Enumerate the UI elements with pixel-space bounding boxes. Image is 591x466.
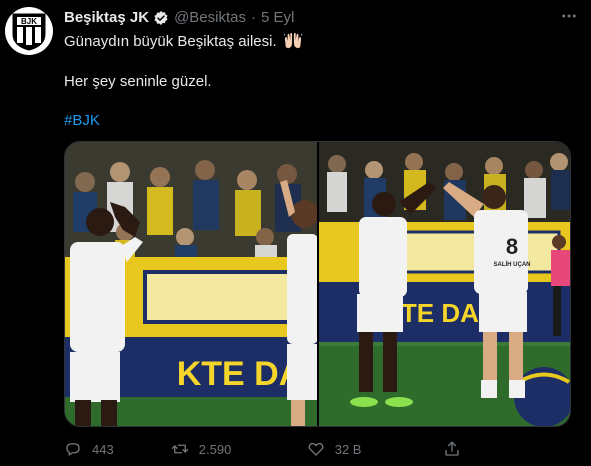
reply-icon <box>66 443 80 456</box>
media-grid[interactable]: KTE DA LİKTE DA 8 SALİH UÇAN <box>64 141 571 427</box>
avatar-text: BJK <box>21 17 37 26</box>
photo-right[interactable]: LİKTE DA 8 SALİH UÇAN <box>318 142 570 426</box>
avatar[interactable]: BJK 1903 <box>5 7 53 55</box>
hashtag-link[interactable]: #BJK <box>64 112 100 129</box>
tweet-header: Beşiktaş JK @Besiktas · 5 Eyl <box>64 9 294 26</box>
left-banner-text: KTE DA <box>177 355 304 393</box>
share-button[interactable] <box>443 440 564 458</box>
tweet-text-line2: Her şey seninle güzel. <box>64 73 212 90</box>
heart-icon <box>308 442 324 456</box>
author-name[interactable]: Beşiktaş JK <box>64 9 149 26</box>
reply-button[interactable]: 443 <box>64 440 171 458</box>
bjk-logo-icon: BJK 1903 <box>12 13 46 51</box>
author-handle[interactable]: @Besiktas <box>174 9 246 26</box>
tweet-time[interactable]: 5 Eyl <box>261 9 294 26</box>
share-icon <box>444 441 459 456</box>
reply-count: 443 <box>92 441 114 457</box>
player-name-text: SALİH UÇAN <box>493 261 530 268</box>
avatar-year: 1903 <box>23 45 34 51</box>
tweet-text: Günaydın büyük Beşiktaş ailesi. <box>64 32 277 50</box>
retweet-icon <box>171 444 188 454</box>
player-number-text: 8 <box>506 234 518 259</box>
more-options-icon[interactable] <box>557 6 581 26</box>
raising-hands-emoji-icon <box>283 32 303 49</box>
separator-dot: · <box>250 9 256 26</box>
retweet-count: 2.590 <box>198 441 232 457</box>
like-button[interactable]: 32 B <box>307 440 443 458</box>
photo-left[interactable]: KTE DA <box>65 142 317 426</box>
tweet-text-line1: Günaydın büyük Beşiktaş ailesi. <box>64 32 303 50</box>
retweet-button[interactable]: 2.590 <box>171 440 307 458</box>
like-count: 32 B <box>334 441 362 457</box>
verified-badge-icon <box>154 10 168 25</box>
tweet-actions: 443 2.590 32 B <box>64 440 564 458</box>
